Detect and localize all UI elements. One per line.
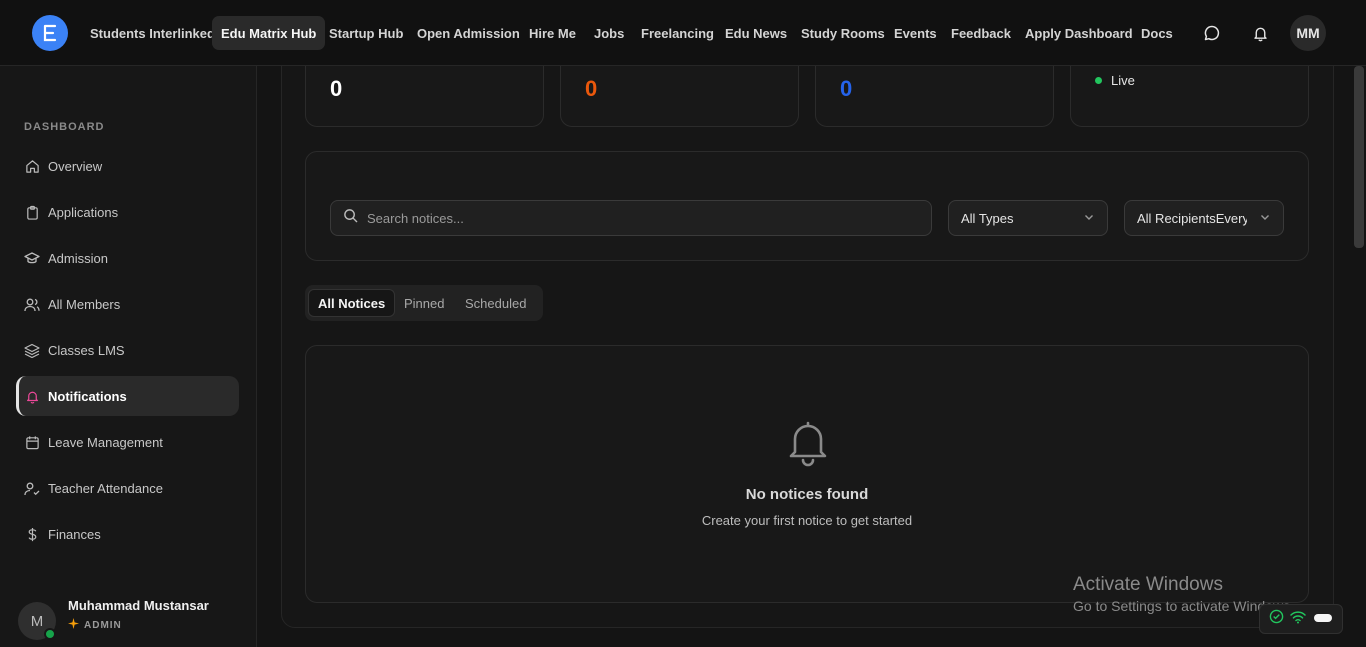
recipients-select-value: All RecipientsEveryone	[1137, 210, 1247, 226]
sidebar-item-classes-lms[interactable]: Classes LMS	[16, 330, 239, 370]
watermark-title: Activate Windows	[1073, 574, 1223, 595]
tab-pinned[interactable]: Pinned	[395, 289, 453, 317]
top-navbar: Students Interlinked Edu Matrix Hub Star…	[0, 0, 1366, 66]
clipboard-icon	[24, 204, 40, 220]
sidebar-item-label: Admission	[48, 250, 108, 266]
user-role: ADMIN	[68, 618, 122, 632]
sidebar-item-label: Classes LMS	[48, 342, 125, 358]
sidebar-item-label: Finances	[48, 526, 101, 542]
nav-apply-dashboard[interactable]: Apply Dashboard	[1016, 16, 1142, 50]
nav-edu-news[interactable]: Edu News	[716, 16, 796, 50]
sidebar-section-title: DASHBOARD	[24, 121, 105, 133]
sidebar-item-label: Teacher Attendance	[48, 480, 163, 496]
live-status: Live	[1095, 73, 1135, 88]
nav-study-rooms[interactable]: Study Rooms	[792, 16, 894, 50]
notice-tabs: All Notices Pinned Scheduled	[305, 285, 543, 321]
nav-jobs[interactable]: Jobs	[585, 16, 633, 50]
empty-state-title: No notices found	[745, 486, 869, 503]
graduation-cap-icon	[24, 250, 40, 266]
online-status-dot	[44, 628, 56, 640]
nav-startup-hub[interactable]: Startup Hub	[320, 16, 412, 50]
user-avatar[interactable]: MM	[1290, 15, 1326, 51]
page-scrollbar[interactable]	[1354, 66, 1364, 248]
sidebar-item-finances[interactable]: Finances	[16, 514, 239, 554]
sidebar-item-overview[interactable]: Overview	[16, 146, 239, 186]
nav-events[interactable]: Events	[885, 16, 946, 50]
user-name: Muhammad Mustansar	[68, 598, 209, 613]
chat-icon[interactable]	[1201, 22, 1223, 44]
sidebar-item-teacher-attendance[interactable]: Teacher Attendance	[16, 468, 239, 508]
stat-value: 0	[330, 76, 343, 101]
filter-card: All Types All RecipientsEveryone	[305, 151, 1309, 261]
app-logo[interactable]	[32, 15, 68, 51]
chevron-down-icon	[1259, 211, 1271, 226]
dollar-icon	[24, 526, 40, 542]
home-icon	[24, 158, 40, 174]
tab-all-notices[interactable]: All Notices	[308, 289, 396, 317]
nav-hire-me[interactable]: Hire Me	[520, 16, 585, 50]
battery-icon	[1313, 610, 1333, 628]
sidebar-item-label: Notifications	[48, 388, 127, 404]
notices-empty-card: No notices found Create your first notic…	[305, 345, 1309, 603]
nav-open-admission[interactable]: Open Admission	[408, 16, 529, 50]
wifi-icon	[1290, 610, 1307, 629]
sidebar: DASHBOARD Overview Applications Admissio…	[0, 66, 257, 647]
sidebar-item-label: Leave Management	[48, 434, 163, 450]
type-select-value: All Types	[961, 210, 1014, 226]
sidebar-item-leave-management[interactable]: Leave Management	[16, 422, 239, 462]
search-box[interactable]	[330, 200, 932, 236]
sidebar-item-all-members[interactable]: All Members	[16, 284, 239, 324]
sidebar-item-label: Overview	[48, 158, 103, 174]
recipients-select[interactable]: All RecipientsEveryone	[1124, 200, 1284, 236]
nav-feedback[interactable]: Feedback	[942, 16, 1020, 50]
sidebar-item-applications[interactable]: Applications	[16, 192, 239, 232]
type-select[interactable]: All Types	[948, 200, 1108, 236]
sidebar-item-notifications[interactable]: Notifications	[16, 376, 239, 416]
empty-state-subtitle: Create your first notice to get started	[701, 513, 913, 528]
stat-value: 0	[585, 76, 598, 101]
calendar-icon	[24, 434, 40, 450]
users-icon	[24, 296, 40, 312]
system-tray[interactable]	[1259, 604, 1343, 634]
nav-freelancing[interactable]: Freelancing	[632, 16, 723, 50]
nav-students-interlinked[interactable]: Students Interlinked	[81, 16, 224, 50]
bell-icon	[786, 419, 830, 467]
bell-icon[interactable]	[1249, 22, 1271, 44]
sidebar-user-profile[interactable]: M Muhammad Mustansar ADMIN	[18, 596, 248, 640]
check-circle-icon	[1269, 609, 1284, 629]
nav-docs[interactable]: Docs	[1132, 16, 1182, 50]
sidebar-item-label: All Members	[48, 296, 121, 312]
layers-icon	[24, 342, 40, 358]
stat-value: 0	[840, 76, 853, 101]
sparkle-icon	[68, 618, 79, 632]
user-role-label: ADMIN	[84, 619, 122, 631]
search-icon	[343, 208, 358, 228]
chevron-down-icon	[1083, 211, 1095, 226]
user-check-icon	[24, 480, 40, 496]
logo-icon	[43, 24, 57, 42]
bell-icon	[24, 388, 40, 404]
live-dot	[1095, 77, 1102, 84]
sidebar-item-label: Applications	[48, 204, 119, 220]
live-label: Live	[1111, 73, 1135, 88]
tab-scheduled[interactable]: Scheduled	[456, 289, 535, 317]
search-input[interactable]	[367, 210, 907, 226]
sidebar-item-admission[interactable]: Admission	[16, 238, 239, 278]
nav-edu-matrix-hub[interactable]: Edu Matrix Hub	[212, 16, 326, 50]
